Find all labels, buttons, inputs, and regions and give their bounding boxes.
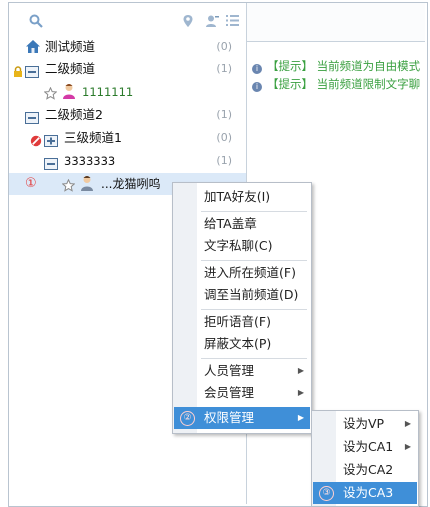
submenu-item-set-vp[interactable]: 设为VP ▶ [313, 413, 417, 435]
tree-item-label: 测试频道 [45, 39, 96, 54]
info-icon: i [252, 64, 262, 74]
user-add-icon[interactable] [205, 14, 219, 31]
menu-item-stamp[interactable]: 给TA盖章 [174, 213, 310, 235]
menu-item-block-text[interactable]: 屏蔽文本(P) [174, 333, 310, 355]
submenu-item-set-ca1[interactable]: 设为CA1 ▶ [313, 436, 417, 458]
tree-item-label: 3333333 [64, 154, 116, 168]
menu-separator [201, 358, 307, 359]
menu-item-move-to-channel[interactable]: 调至当前频道(D) [174, 284, 310, 306]
system-tip: i 【提示】 当前频道限制文字聊 [252, 76, 420, 92]
menu-item-block-voice[interactable]: 拒听语音(F) [174, 311, 310, 333]
star-icon [61, 177, 76, 199]
chat-toolbar [247, 3, 425, 42]
submenu-arrow-icon: ▶ [404, 442, 411, 451]
submenu-arrow-icon: ▶ [297, 388, 304, 397]
menu-item-permission-management[interactable]: ② 权限管理 ▶ [174, 407, 310, 429]
tree-item-channel[interactable]: 二级频道 (1) [9, 58, 246, 80]
channel-toolbar [9, 3, 246, 37]
step-marker: ① [25, 176, 37, 191]
member-count: (0) [216, 40, 232, 53]
member-count: (1) [216, 62, 232, 75]
submenu-item-set-ca3[interactable]: ③ 设为CA3 [313, 482, 417, 504]
user-name: ...龙猫咧呜 [101, 177, 161, 191]
member-count: (1) [216, 154, 232, 167]
step-marker: ② [180, 411, 195, 426]
member-count: (0) [216, 131, 232, 144]
list-view-icon[interactable] [226, 14, 239, 30]
tree-item-label: 二级频道2 [45, 107, 103, 122]
tree-item-root-channel[interactable]: 测试频道 (0) [9, 36, 246, 58]
permission-submenu: 设为VP ▶ 设为CA1 ▶ 设为CA2 ③ 设为CA3 [311, 410, 419, 507]
menu-item-member-management[interactable]: 会员管理 ▶ [174, 382, 310, 404]
tree-item-channel[interactable]: 3333333 (1) [9, 150, 246, 172]
location-pin-icon[interactable] [182, 14, 194, 31]
search-icon[interactable] [29, 14, 43, 31]
menu-item-staff-management[interactable]: 人员管理 ▶ [174, 360, 310, 382]
context-menu: 加TA好友(I) 给TA盖章 文字私聊(C) 进入所在频道(F) 调至当前频道(… [172, 182, 312, 434]
info-icon: i [252, 82, 262, 92]
user-name: 1111111 [82, 85, 134, 99]
tree-item-channel[interactable]: 二级频道2 (1) [9, 104, 246, 126]
submenu-arrow-icon: ▶ [297, 366, 304, 375]
step-marker: ③ [319, 486, 334, 501]
tree-item-label: 二级频道 [45, 61, 96, 76]
member-count: (1) [216, 108, 232, 121]
submenu-arrow-icon: ▶ [297, 413, 304, 422]
menu-item-enter-channel[interactable]: 进入所在频道(F) [174, 262, 310, 284]
menu-separator [201, 211, 307, 212]
submenu-item-set-ca2[interactable]: 设为CA2 [313, 459, 417, 481]
user-avatar-icon [80, 175, 94, 199]
menu-item-private-chat[interactable]: 文字私聊(C) [174, 235, 310, 257]
system-tip: i 【提示】 当前频道为自由模式 [252, 58, 420, 74]
submenu-arrow-icon: ▶ [404, 419, 411, 428]
menu-separator [201, 309, 307, 310]
menu-item-add-friend[interactable]: 加TA好友(I) [174, 186, 310, 208]
menu-separator [201, 260, 307, 261]
tree-item-channel[interactable]: 三级频道1 (0) [9, 127, 246, 149]
tree-item-user[interactable]: 1111111 [9, 81, 246, 103]
tree-item-label: 三级频道1 [64, 130, 122, 145]
